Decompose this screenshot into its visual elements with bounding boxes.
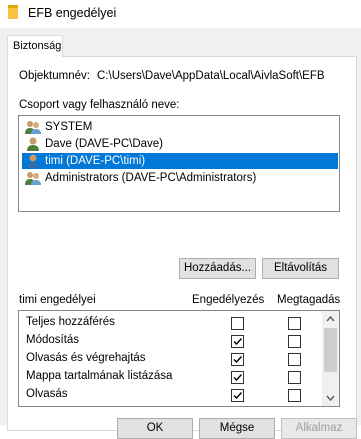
window-title: EFB engedélyei [28,6,117,20]
list-item-dave[interactable]: Dave (DAVE-PC\Dave) [22,136,338,152]
list-item-administrators[interactable]: Administrators (DAVE-PC\Administrators) [22,170,338,186]
deny-checkbox[interactable] [288,317,301,330]
deny-checkbox[interactable] [288,353,301,366]
permissions-dialog: EFB engedélyei Biztonság Objektumnév: C:… [0,0,361,439]
remove-button[interactable]: Eltávolítás [262,258,339,279]
permission-row: Olvasás és végrehajtás [19,350,319,368]
permission-row: Teljes hozzáférés [19,314,319,332]
deny-checkbox[interactable] [288,371,301,384]
title-bar[interactable]: EFB engedélyei [0,0,361,28]
apply-button[interactable]: Alkalmaz [281,418,357,439]
permission-name: Olvasás [26,388,68,400]
allow-checkbox[interactable] [231,371,244,384]
scroll-up-arrow-icon[interactable] [322,311,339,327]
allow-checkbox[interactable] [231,335,244,348]
allow-checkbox[interactable] [231,353,244,366]
permission-name: Olvasás és végrehajtás [26,352,146,364]
object-name-value: C:\Users\Dave\AppData\Local\AivlaSoft\EF… [97,70,325,82]
list-item-system[interactable]: SYSTEM [22,119,338,135]
permission-name: Módosítás [26,334,80,346]
allow-column-header: Engedélyezés [192,294,265,306]
permission-row: Mappa tartalmának listázása [19,368,319,386]
scroll-thumb[interactable] [324,328,337,372]
scroll-down-arrow-icon[interactable] [322,390,339,406]
group-icon [25,121,41,134]
list-item-label: Administrators (DAVE-PC\Administrators) [45,172,257,184]
permissions-title: timi engedélyei [19,294,96,306]
deny-checkbox[interactable] [288,335,301,348]
folder-icon [8,5,18,19]
permissions-scrollbar[interactable] [322,311,339,406]
permissions-list: Teljes hozzáférés Módosítás Olvasás és vég… [18,310,340,407]
permission-row: Módosítás [19,332,319,350]
deny-checkbox[interactable] [288,389,301,402]
permission-name: Mappa tartalmának listázása [26,370,173,382]
group-user-list[interactable]: SYSTEM Dave (DAVE-PC\Dave) timi (DAVE-PC… [18,115,340,212]
add-button[interactable]: Hozzáadás... [179,258,256,279]
user-icon [27,137,39,151]
cancel-button[interactable]: Mégse [199,418,275,439]
list-item-timi[interactable]: timi (DAVE-PC\timi) [22,153,338,169]
list-item-label: SYSTEM [45,121,93,133]
allow-checkbox[interactable] [231,389,244,402]
dialog-body: Biztonság Objektumnév: C:\Users\Dave\App… [0,28,361,439]
group-icon [25,172,41,185]
permission-row: Olvasás [19,386,319,404]
security-panel: Objektumnév: C:\Users\Dave\AppData\Local… [7,56,357,431]
user-icon [27,154,39,168]
group-list-label: Csoport vagy felhasználó neve: [19,99,180,111]
object-name-label: Objektumnév: [19,70,90,82]
allow-checkbox[interactable] [231,317,244,330]
list-item-label: Dave (DAVE-PC\Dave) [45,138,164,150]
deny-column-header: Megtagadás [277,294,341,306]
ok-button[interactable]: OK [117,418,193,439]
list-item-label: timi (DAVE-PC\timi) [45,155,146,167]
permission-name: Teljes hozzáférés [26,316,115,328]
tab-security-label: Biztonság [13,40,62,52]
tab-security[interactable]: Biztonság [7,35,63,57]
